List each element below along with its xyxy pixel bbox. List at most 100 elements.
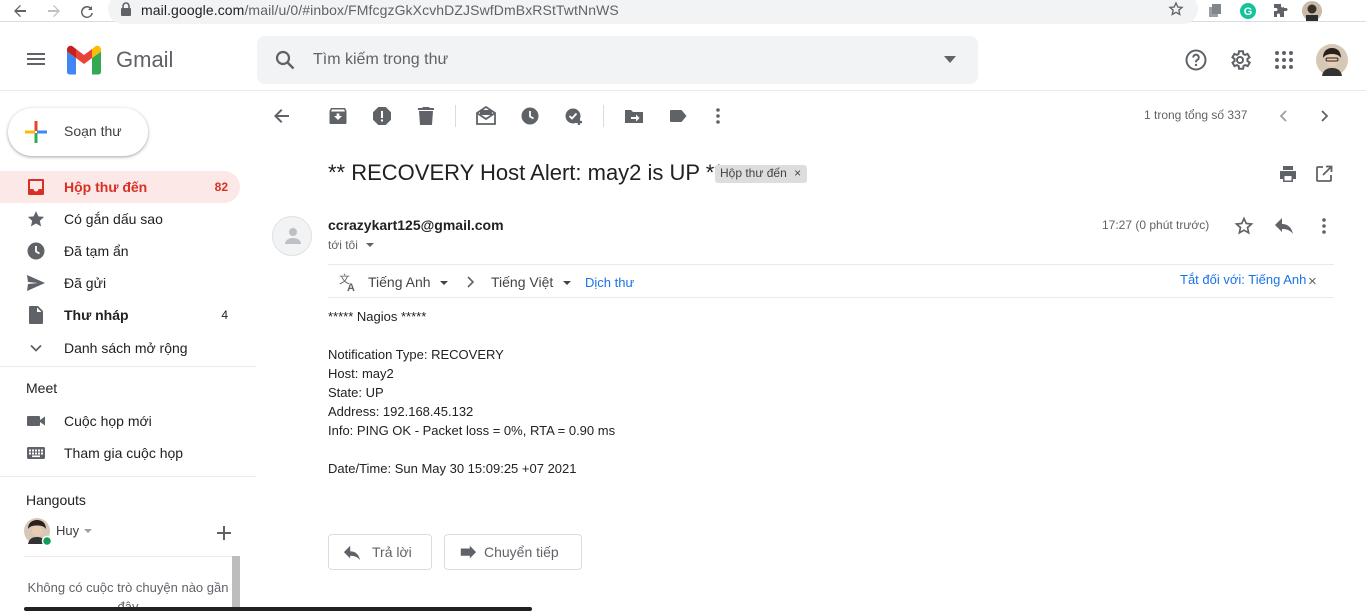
- sidebar-item-more[interactable]: Danh sách mở rộng: [0, 332, 240, 364]
- move-to-icon[interactable]: [622, 104, 646, 128]
- body-line: [328, 440, 615, 459]
- sidebar-item-label: Tham gia cuộc họp: [64, 445, 184, 461]
- gmail-logo[interactable]: [65, 45, 103, 75]
- translate-icon: 文 A: [339, 272, 355, 292]
- body-line: Date/Time: Sun May 30 15:09:25 +07 2021: [328, 461, 577, 476]
- delete-trash-icon[interactable]: [414, 104, 438, 128]
- label-tag-icon[interactable]: [666, 104, 690, 128]
- translate-message-link[interactable]: Dịch thư: [585, 275, 634, 290]
- close-translate-icon[interactable]: ×: [1308, 273, 1317, 290]
- snooze-clock-icon[interactable]: [518, 104, 542, 128]
- print-icon[interactable]: [1276, 162, 1300, 186]
- hangouts-user-name[interactable]: Huy: [56, 523, 79, 538]
- reply-arrow-icon[interactable]: [1272, 214, 1296, 238]
- star-email-icon[interactable]: [1232, 214, 1256, 238]
- sidebar-item-label: Hộp thư đến: [64, 179, 148, 195]
- inbox-icon: [26, 177, 46, 197]
- remove-label-close-icon[interactable]: ×: [794, 166, 801, 180]
- sidebar-item-label: Đã gửi: [64, 275, 107, 291]
- browser-toolbar: mail.google.com/mail/u/0/#inbox/FMfcgzGk…: [0, 0, 1366, 24]
- status-dropdown-icon[interactable]: [84, 529, 92, 534]
- sidebar-item-snoozed[interactable]: Đã tạm ẩn: [0, 235, 240, 267]
- sidebar-item-starred[interactable]: Có gắn dấu sao: [0, 203, 240, 235]
- search-bar[interactable]: Tìm kiếm trong thư: [257, 36, 978, 84]
- sender-avatar[interactable]: [272, 216, 312, 256]
- search-icon[interactable]: [273, 48, 297, 72]
- archive-icon[interactable]: [326, 104, 350, 128]
- search-input[interactable]: Tìm kiếm trong thư: [313, 51, 448, 69]
- search-options-dropdown-icon[interactable]: [944, 56, 956, 64]
- more-options-icon[interactable]: [706, 104, 730, 128]
- older-chevron-right-icon[interactable]: [1312, 104, 1336, 128]
- hangouts-user-avatar[interactable]: [23, 517, 51, 545]
- source-language-select[interactable]: Tiếng Anh: [368, 274, 449, 290]
- sidebar-divider: [0, 476, 256, 477]
- add-contact-plus-icon[interactable]: [217, 526, 231, 540]
- clock-icon: [26, 241, 46, 261]
- draft-icon: [26, 305, 46, 325]
- sidebar-item-inbox[interactable]: Hộp thư đến 82: [0, 171, 240, 203]
- address-bar[interactable]: mail.google.com/mail/u/0/#inbox/FMfcgzGk…: [108, 0, 1198, 24]
- bookmark-star-icon[interactable]: [1168, 1, 1184, 17]
- svg-text:G: G: [1244, 6, 1253, 18]
- back-arrow-icon[interactable]: [10, 1, 30, 21]
- reply-button[interactable]: Trả lời: [328, 534, 432, 570]
- email-body: ***** Nagios ***** Notification Type: RE…: [328, 307, 615, 478]
- add-to-tasks-icon[interactable]: [562, 104, 586, 128]
- video-camera-icon: [26, 411, 46, 431]
- apps-grid-icon[interactable]: [1272, 48, 1296, 72]
- sidebar-divider: [0, 366, 256, 367]
- compose-plus-icon: [25, 121, 47, 143]
- sidebar-item-join-meeting[interactable]: Tham gia cuộc họp: [0, 437, 240, 469]
- help-icon[interactable]: [1184, 48, 1208, 72]
- label-chip-text: Hộp thư đến: [720, 166, 787, 180]
- sidebar-item-drafts[interactable]: Thư nháp 4: [0, 299, 240, 331]
- chevron-down-icon: [26, 338, 46, 358]
- grammarly-icon[interactable]: G: [1238, 1, 1258, 21]
- bottom-scrollbar[interactable]: [24, 607, 532, 611]
- app-name: Gmail: [116, 47, 174, 72]
- sidebar-item-label: Đã tạm ẩn: [64, 243, 129, 259]
- turn-off-translate-link[interactable]: Tắt đối với: Tiếng Anh: [1180, 272, 1306, 287]
- compose-label: Soạn thư: [64, 123, 122, 139]
- sidebar-item-new-meeting[interactable]: Cuộc họp mới: [0, 405, 240, 437]
- body-line: Host: may2: [328, 366, 394, 381]
- inbox-label-chip: Hộp thư đến ×: [715, 165, 808, 183]
- hangouts-section-title: Hangouts: [26, 492, 86, 508]
- report-spam-icon[interactable]: [370, 104, 394, 128]
- browser-profile-avatar[interactable]: [1302, 1, 1322, 21]
- extensions-puzzle-icon[interactable]: [1270, 1, 1290, 21]
- forward-arrow-icon[interactable]: [44, 1, 64, 21]
- url-text: mail.google.com/mail/u/0/#inbox/FMfcgzGk…: [141, 2, 619, 18]
- sidebar-item-sent[interactable]: Đã gửi: [0, 267, 240, 299]
- newer-chevron-left-icon[interactable]: [1272, 104, 1296, 128]
- main-menu-icon[interactable]: [24, 47, 48, 71]
- settings-gear-icon[interactable]: [1228, 48, 1252, 72]
- draft-count: 4: [221, 308, 228, 322]
- sidebar-item-label: Thư nháp: [64, 307, 129, 323]
- svg-text:A: A: [347, 282, 355, 292]
- meet-section-title: Meet: [26, 380, 58, 396]
- recipient-details[interactable]: tới tôi: [328, 238, 375, 252]
- forward-button[interactable]: Chuyển tiếp: [444, 534, 582, 570]
- target-language-label: Tiếng Việt: [491, 274, 554, 290]
- reload-icon[interactable]: [77, 1, 97, 21]
- sender-email[interactable]: ccrazykart125@gmail.com: [328, 217, 504, 233]
- star-icon: [26, 209, 46, 229]
- forward-icon: [460, 545, 477, 559]
- sidebar-item-label: Danh sách mở rộng: [64, 340, 188, 356]
- sidebar-item-label: Có gắn dấu sao: [64, 211, 163, 227]
- hangouts-scrollbar[interactable]: [232, 556, 240, 611]
- back-to-inbox-icon[interactable]: [270, 104, 294, 128]
- compose-button[interactable]: Soạn thư: [8, 108, 148, 156]
- pagination-text: 1 trong tổng số 337: [1144, 108, 1248, 122]
- account-avatar[interactable]: [1316, 44, 1348, 76]
- mark-unread-icon[interactable]: [474, 104, 498, 128]
- recipient-dropdown-icon[interactable]: [366, 243, 375, 248]
- email-more-options-icon[interactable]: [1312, 214, 1336, 238]
- target-language-select[interactable]: Tiếng Việt: [491, 274, 572, 290]
- extension-copy-icon[interactable]: [1205, 1, 1225, 21]
- toolbar-separator: [455, 105, 456, 127]
- open-new-window-icon[interactable]: [1312, 162, 1336, 186]
- send-icon: [26, 273, 46, 293]
